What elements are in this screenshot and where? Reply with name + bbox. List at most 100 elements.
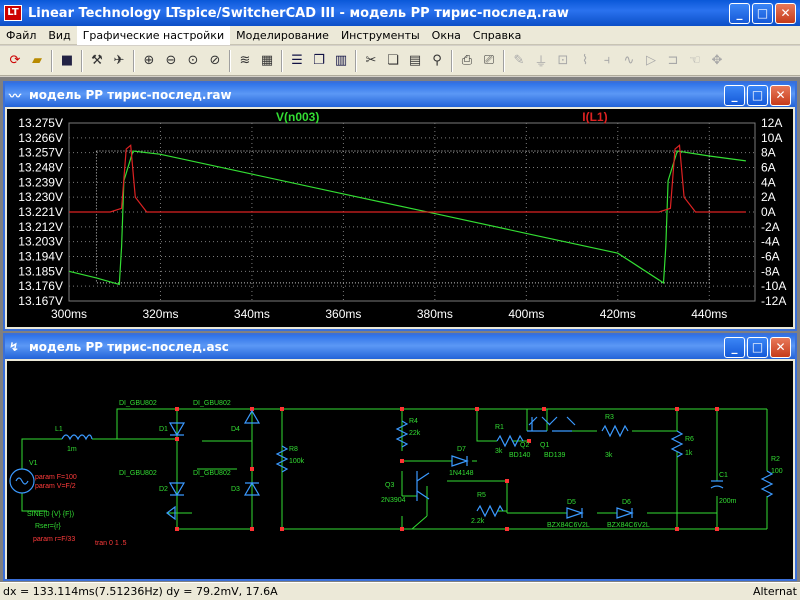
- grid-icon[interactable]: ▦: [256, 50, 278, 72]
- resistor-icon[interactable]: ⌇: [574, 50, 596, 72]
- tran-directive: tran 0 1 .5: [95, 540, 127, 547]
- plot-window-title: модель РР тирис-послед.raw: [29, 88, 232, 102]
- ground-icon[interactable]: ⏚: [530, 50, 552, 72]
- y-tick-label-right: -4A: [761, 235, 780, 249]
- component-icon[interactable]: ⊐: [662, 50, 684, 72]
- inductor-symbol: [61, 434, 93, 441]
- label-q3-model: 2N3904: [381, 497, 406, 504]
- menu-simulate[interactable]: Моделирование: [230, 26, 335, 45]
- tile-vertical-icon[interactable]: ▥: [330, 50, 352, 72]
- param-v: param V=F/2: [35, 483, 76, 490]
- label-rser: Rser={r}: [35, 523, 62, 530]
- label-r6-value: 1k: [685, 450, 693, 457]
- zoom-fit-icon[interactable]: ⊙: [182, 50, 204, 72]
- status-bar: dx = 133.114ms(7.51236Hz) dy = 79.2mV, 1…: [0, 582, 800, 600]
- settings-icon[interactable]: ⚒: [86, 50, 108, 72]
- menu-file[interactable]: Файл: [0, 26, 42, 45]
- label-r3-value: 3k: [605, 452, 613, 459]
- label-c1: C1: [719, 472, 728, 479]
- x-tick-label: 400ms: [508, 307, 544, 321]
- y-tick-label-left: 13.185V: [18, 264, 63, 278]
- y-tick-label-right: -2A: [761, 220, 780, 234]
- label-r6: R6: [685, 436, 694, 443]
- close-button[interactable]: ✕: [775, 2, 796, 24]
- resistor-r3: [601, 424, 629, 438]
- toolbar-separator: [229, 49, 231, 72]
- diode-icon[interactable]: ▷: [640, 50, 662, 72]
- menu-tools[interactable]: Инструменты: [335, 26, 426, 45]
- schematic-maximize-button[interactable]: □: [747, 336, 768, 358]
- label-d5: D5: [567, 499, 576, 506]
- menu-bar: Файл Вид Графические настройки Моделиров…: [0, 25, 800, 45]
- cursor-readout: dx = 133.114ms(7.51236Hz) dy = 79.2mV, 1…: [3, 585, 278, 598]
- paste-icon[interactable]: ▤: [404, 50, 426, 72]
- label-d2: D2: [159, 486, 168, 493]
- autorange-icon[interactable]: ≋: [234, 50, 256, 72]
- hand-icon[interactable]: ☜: [684, 50, 706, 72]
- schematic-close-button[interactable]: ✕: [770, 336, 791, 358]
- y-tick-label-left: 13.221V: [18, 205, 63, 219]
- menu-window[interactable]: Окна: [426, 26, 467, 45]
- y-tick-label-left: 13.275V: [18, 116, 63, 130]
- series-voltage-line: [68, 150, 746, 286]
- trace-label-current: I(L1): [582, 110, 607, 124]
- menu-plot-settings[interactable]: Графические настройки: [76, 25, 231, 45]
- zoom-cancel-icon[interactable]: ⊘: [204, 50, 226, 72]
- menu-view[interactable]: Вид: [42, 26, 76, 45]
- cut-icon[interactable]: ✂: [360, 50, 382, 72]
- plot-maximize-button[interactable]: □: [747, 84, 768, 106]
- y-tick-label-left: 13.176V: [18, 279, 63, 293]
- label-icon[interactable]: ⊡: [552, 50, 574, 72]
- label-d1: D1: [159, 426, 168, 433]
- toolbar-separator: [355, 49, 357, 72]
- menu-help[interactable]: Справка: [467, 26, 527, 45]
- inductor-icon[interactable]: ∿: [618, 50, 640, 72]
- schematic-minimize-button[interactable]: _: [724, 336, 745, 358]
- label-q1-model: BD139: [544, 452, 566, 459]
- window-controls: _ □ ✕: [729, 2, 796, 24]
- zoom-out-icon[interactable]: ⊖: [160, 50, 182, 72]
- label-r4: R4: [409, 418, 418, 425]
- sine-glyph: [15, 477, 29, 485]
- label-d1-model: DI_GBU802: [119, 400, 157, 407]
- zener-d5: [566, 507, 584, 519]
- schematic-icon: ↯: [9, 340, 20, 354]
- wire-icon[interactable]: ✎: [508, 50, 530, 72]
- schematic-canvas[interactable]: V1 L1 1m SINE(0 {V} {F}) Rser={r} DI_GBU…: [7, 361, 793, 579]
- save-icon[interactable]: ■: [56, 50, 78, 72]
- waveform-plot[interactable]: 13.275V13.266V13.257V13.248V13.239V13.23…: [7, 109, 793, 327]
- param-r: param r=F/33: [33, 536, 75, 543]
- cascade-icon[interactable]: ❐: [308, 50, 330, 72]
- toolbar-separator: [51, 49, 53, 72]
- copy-icon[interactable]: ❏: [382, 50, 404, 72]
- plot-window-titlebar: 〰 модель РР тирис-послед.raw _ □ ✕: [5, 83, 795, 107]
- minimize-button[interactable]: _: [729, 2, 750, 24]
- label-c1-value: 200m: [719, 498, 737, 505]
- capacitor-icon[interactable]: ⫞: [596, 50, 618, 72]
- y-tick-label-left: 13.194V: [18, 250, 63, 264]
- plot-close-button[interactable]: ✕: [770, 84, 791, 106]
- label-l1-value: 1m: [67, 446, 77, 453]
- zoom-in-icon[interactable]: ⊕: [138, 50, 160, 72]
- run-sim-icon[interactable]: ✈: [108, 50, 130, 72]
- y-tick-label-right: 6A: [761, 161, 776, 175]
- plot-minimize-button[interactable]: _: [724, 84, 745, 106]
- print-preview-icon[interactable]: ⎙: [456, 50, 478, 72]
- app-logo-icon: LT: [4, 5, 22, 21]
- find-icon[interactable]: ⚲: [426, 50, 448, 72]
- open-icon[interactable]: ▰: [26, 50, 48, 72]
- label-d2-model: DI_GBU802: [119, 470, 157, 477]
- y-tick-label-right: -10A: [761, 279, 786, 293]
- toolbar-separator: [281, 49, 283, 72]
- label-q2: Q2: [520, 442, 529, 449]
- toolbar-separator: [503, 49, 505, 72]
- run-icon[interactable]: ⟳: [4, 50, 26, 72]
- move-icon[interactable]: ✥: [706, 50, 728, 72]
- maximize-button[interactable]: □: [752, 2, 773, 24]
- label-d4-model: DI_GBU802: [193, 400, 231, 407]
- print-icon[interactable]: ⎚: [478, 50, 500, 72]
- y-tick-label-right: 4A: [761, 175, 776, 189]
- tile-horizontal-icon[interactable]: ☰: [286, 50, 308, 72]
- zener-d6: [616, 507, 634, 519]
- y-tick-label-right: -6A: [761, 250, 780, 264]
